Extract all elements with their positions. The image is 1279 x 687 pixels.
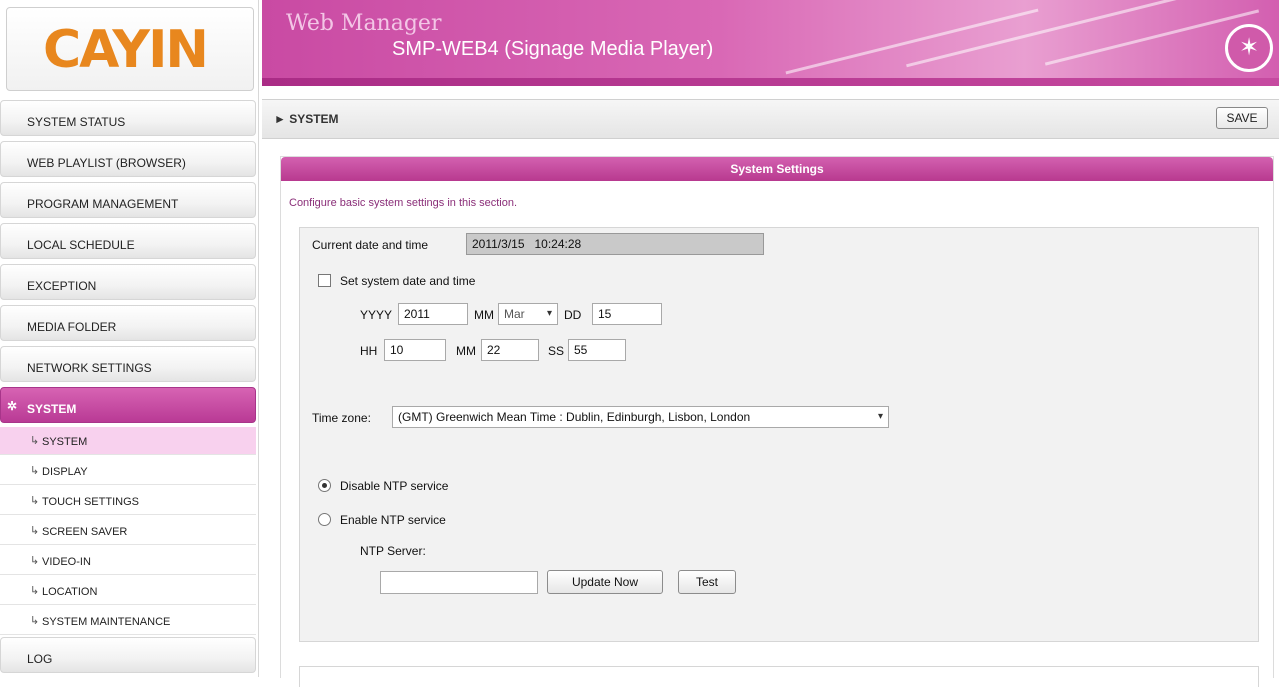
submenu-arrow-icon: ↳: [30, 615, 40, 627]
system-settings-panel: System Settings Configure basic system s…: [280, 156, 1274, 687]
save-button[interactable]: SAVE: [1216, 107, 1268, 129]
minute-label: MM: [456, 344, 476, 358]
timezone-select[interactable]: (GMT) Greenwich Mean Time : Dublin, Edin…: [392, 406, 889, 428]
day-label: DD: [564, 308, 582, 322]
enable-ntp-radio[interactable]: [318, 513, 331, 526]
banner-strip: [262, 78, 1279, 86]
submenu-label: SYSTEM: [42, 436, 88, 448]
submenu-arrow-icon: ↳: [30, 525, 40, 537]
set-datetime-checkbox[interactable]: [318, 274, 331, 287]
sidebar-item-system[interactable]: ✲ SYSTEM: [0, 387, 256, 423]
disable-ntp-label: Disable NTP service: [340, 479, 449, 493]
update-now-button[interactable]: Update Now: [547, 570, 663, 594]
sidebar-item-label: LOCAL SCHEDULE: [27, 238, 135, 252]
sparkle-icon: ✲: [7, 399, 18, 413]
sidebar-item-label: EXCEPTION: [27, 279, 97, 293]
timezone-label: Time zone:: [312, 411, 371, 425]
device-name: SMP-WEB4 (Signage Media Player): [392, 38, 714, 60]
submenu-label: VIDEO-IN: [42, 556, 91, 568]
second-label: SS: [548, 344, 565, 358]
sidebar-item-label: NETWORK SETTINGS: [27, 361, 152, 375]
year-input[interactable]: [398, 303, 468, 325]
submenu-arrow-icon: ↳: [30, 435, 40, 447]
breadcrumb: ► SYSTEM: [274, 112, 339, 126]
sidebar-item-label: LOG: [27, 652, 53, 666]
breadcrumb-bar: ► SYSTEM: [262, 99, 1279, 139]
panel-title: System Settings: [730, 162, 824, 176]
test-button[interactable]: Test: [678, 570, 736, 594]
panel-header: System Settings: [281, 157, 1273, 181]
sidebar-item-system-status[interactable]: SYSTEM STATUS: [0, 100, 256, 136]
settings-form: Current date and time Set system date an…: [299, 227, 1259, 642]
submenu-label: LOCATION: [42, 586, 98, 598]
sidebar-item-exception[interactable]: EXCEPTION: [0, 264, 256, 300]
ntp-server-input[interactable]: [380, 571, 538, 594]
panel-description: Configure basic system settings in this …: [289, 197, 518, 209]
sidebar-item-local-schedule[interactable]: LOCAL SCHEDULE: [0, 223, 256, 259]
submenu-item-display[interactable]: ↳ DISPLAY: [0, 457, 256, 485]
submenu-label: TOUCH SETTINGS: [42, 496, 139, 508]
sidebar-item-web-playlist[interactable]: WEB PLAYLIST (BROWSER): [0, 141, 256, 177]
sidebar-item-label: WEB PLAYLIST (BROWSER): [27, 156, 186, 170]
ntp-server-label: NTP Server:: [360, 544, 426, 558]
submenu-item-system-maintenance[interactable]: ↳ SYSTEM MAINTENANCE: [0, 607, 256, 635]
submenu-arrow-icon: ↳: [30, 585, 40, 597]
current-datetime-label: Current date and time: [312, 238, 429, 252]
second-input[interactable]: [568, 339, 626, 361]
submenu-item-video-in[interactable]: ↳ VIDEO-IN: [0, 547, 256, 575]
sidebar-item-media-folder[interactable]: MEDIA FOLDER: [0, 305, 256, 341]
submenu-item-location[interactable]: ↳ LOCATION: [0, 577, 256, 605]
month-select-value: Mar: [504, 307, 525, 321]
chevron-down-icon: ▾: [546, 308, 552, 319]
header-banner: Web Manager SMP-WEB4 (Signage Media Play…: [262, 0, 1279, 86]
chevron-down-icon: ▾: [877, 411, 883, 422]
sidebar-item-label: PROGRAM MANAGEMENT: [27, 197, 179, 211]
sidebar-item-label: SYSTEM: [27, 402, 77, 416]
submenu-arrow-icon: ↳: [30, 495, 40, 507]
minute-input[interactable]: [481, 339, 539, 361]
submenu-label: DISPLAY: [42, 466, 88, 478]
set-datetime-label: Set system date and time: [340, 274, 476, 288]
day-input[interactable]: [592, 303, 662, 325]
current-datetime-field: [466, 233, 764, 255]
month-select[interactable]: Mar ▾: [498, 303, 558, 325]
app-title: Web Manager: [286, 11, 442, 36]
cayin-logo: CAYIN: [43, 20, 209, 80]
hour-label: HH: [360, 344, 378, 358]
timezone-select-value: (GMT) Greenwich Mean Time : Dublin, Edin…: [398, 410, 751, 424]
sidebar-item-program-management[interactable]: PROGRAM MANAGEMENT: [0, 182, 256, 218]
month-label: MM: [474, 308, 494, 322]
logo-box: CAYIN: [6, 7, 254, 91]
magic-wand-icon[interactable]: ✶: [1225, 24, 1273, 72]
submenu-label: SCREEN SAVER: [42, 526, 128, 538]
hour-input[interactable]: [384, 339, 446, 361]
sidebar-item-network-settings[interactable]: NETWORK SETTINGS: [0, 346, 256, 382]
sidebar: CAYIN SYSTEM STATUS WEB PLAYLIST (BROWSE…: [0, 0, 259, 677]
submenu-item-system[interactable]: ↳ SYSTEM: [0, 427, 256, 455]
sidebar-item-log[interactable]: LOG: [0, 637, 256, 673]
enable-ntp-label: Enable NTP service: [340, 513, 446, 527]
submenu-item-screen-saver[interactable]: ↳ SCREEN SAVER: [0, 517, 256, 545]
yyyy-label: YYYY: [360, 308, 393, 322]
submenu-arrow-icon: ↳: [30, 555, 40, 567]
submenu-label: SYSTEM MAINTENANCE: [42, 616, 171, 628]
sidebar-item-label: SYSTEM STATUS: [27, 115, 126, 129]
sidebar-item-label: MEDIA FOLDER: [27, 320, 117, 334]
submenu-item-touch-settings[interactable]: ↳ TOUCH SETTINGS: [0, 487, 256, 515]
disable-ntp-radio[interactable]: [318, 479, 331, 492]
banner-decoration: [906, 0, 1198, 68]
submenu-arrow-icon: ↳: [30, 465, 40, 477]
